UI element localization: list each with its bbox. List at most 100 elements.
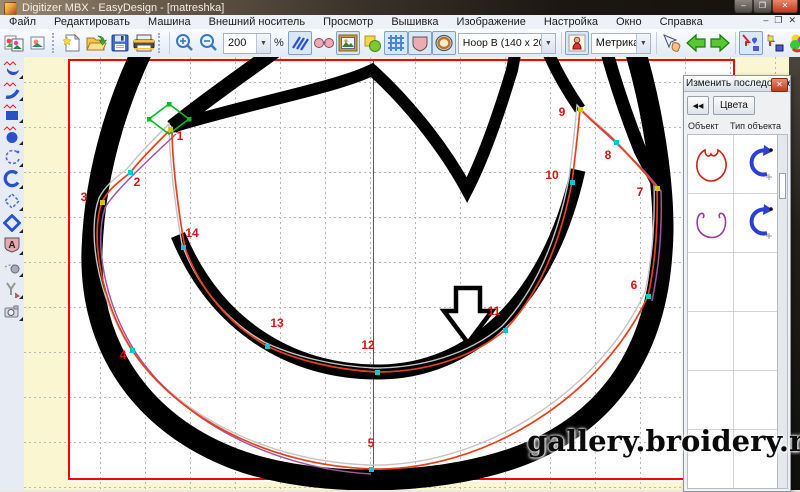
mdi-restore-icon[interactable]: ❐ (774, 15, 782, 26)
mdi-minimize-icon[interactable]: ‒ (763, 15, 768, 26)
stitch-point-3[interactable] (100, 200, 105, 205)
object-thumbnail-red-outline (688, 135, 734, 193)
mdi-close-icon[interactable]: ✕ (788, 15, 796, 26)
stitch-point-label-10: 10 (544, 168, 560, 182)
open-design-icon[interactable] (84, 31, 108, 55)
stitch-point-9[interactable] (578, 107, 583, 112)
minimize-icon[interactable]: – (734, 0, 753, 13)
stitch-point-14[interactable] (181, 245, 186, 250)
sequence-row-2[interactable] (688, 194, 781, 253)
back-one-object-icon[interactable] (684, 31, 708, 55)
stitch-point-label-3: 3 (76, 190, 92, 204)
zoom-out-icon[interactable] (197, 31, 221, 55)
stitch-point-5[interactable] (369, 467, 374, 472)
grid-toggle-icon[interactable] (384, 31, 408, 55)
resequence-manually-icon[interactable] (739, 31, 763, 55)
units-combo[interactable]: Метрика ▼ (591, 33, 651, 54)
hoop-toggle-icon[interactable] (432, 31, 456, 55)
menu-help[interactable]: Справка (651, 16, 712, 28)
menu-settings[interactable]: Настройка (535, 16, 607, 28)
stitch-point-7[interactable] (655, 186, 660, 191)
stitch-point-13[interactable] (265, 344, 270, 349)
arc-icon[interactable] (2, 168, 23, 189)
resequence-by-selects-icon[interactable] (763, 31, 787, 55)
diamond-shape-icon[interactable] (2, 212, 23, 233)
branching-icon[interactable] (2, 278, 23, 299)
units-value: Метрика (592, 37, 636, 49)
hoop-combo[interactable]: Hoop B (140 x 200) ▼ (458, 33, 556, 54)
colors-button[interactable]: Цвета (713, 96, 755, 115)
true-view-icon[interactable] (312, 31, 336, 55)
window-title: Digitizer MBX - EasyDesign - [matreshka] (22, 2, 224, 14)
stitch-point-label-13: 13 (269, 316, 285, 330)
main-toolbar: 200 ▼ % Hoop B (140 x 200) ▼ Метрика ▼ (0, 29, 800, 58)
select-pan-icon[interactable] (660, 31, 684, 55)
design-thumbnail-icon[interactable] (565, 31, 589, 55)
color-film-icon[interactable] (787, 31, 800, 55)
objects-view-icon[interactable] (360, 31, 384, 55)
bitmap-thin-line (94, 105, 654, 465)
to-start-button[interactable]: ◀◀ (687, 96, 709, 115)
chevron-down-icon[interactable]: ▼ (541, 34, 555, 53)
digitize-circle-icon[interactable] (2, 124, 23, 145)
menu-machine[interactable]: Машина (139, 16, 200, 28)
run-stitch-ccw-icon (734, 194, 781, 252)
object-thumbnail-purple-arc (688, 194, 734, 252)
insert-design-icon[interactable] (2, 31, 26, 55)
hoop-template-icon[interactable] (408, 31, 432, 55)
toolbar-separator (735, 32, 736, 54)
new-design-icon[interactable] (60, 31, 84, 55)
sequence-row-empty (688, 253, 781, 312)
menu-view[interactable]: Просмотр (314, 16, 382, 28)
menu-file[interactable]: Файл (0, 16, 45, 28)
sequence-table-header: Объект Тип объекта (684, 118, 790, 133)
toolbar-overflow (52, 33, 58, 53)
menu-embroidery[interactable]: Вышивка (382, 16, 447, 28)
stitch-point-label-8: 8 (600, 148, 616, 162)
chevron-down-icon[interactable]: ▼ (636, 34, 650, 53)
stitch-view-icon[interactable] (288, 31, 312, 55)
menu-edit[interactable]: Редактировать (45, 16, 139, 28)
menu-image[interactable]: Изображение (448, 16, 535, 28)
print-icon[interactable] (132, 31, 156, 55)
sequence-row-1[interactable] (688, 135, 781, 194)
stitch-point-6[interactable] (646, 294, 651, 299)
zoom-in-icon[interactable] (173, 31, 197, 55)
run-stitch-ccw-icon (734, 135, 781, 193)
stitch-point-12[interactable] (375, 370, 380, 375)
digitize-rectangle-icon[interactable] (2, 102, 23, 123)
stitch-point-8[interactable] (614, 140, 619, 145)
zoom-level-value: 200 (224, 37, 256, 49)
zoom-level-combo[interactable]: 200 ▼ (223, 33, 271, 54)
open-curve-icon[interactable] (2, 146, 23, 167)
forward-one-object-icon[interactable] (708, 31, 732, 55)
stitch-point-label-9: 9 (554, 105, 570, 119)
stitch-point-10[interactable] (570, 180, 575, 185)
mdi-window-controls: ‒ ❐ ✕ (763, 15, 796, 26)
close-icon[interactable]: ✕ (772, 0, 798, 13)
menu-external-media[interactable]: Внешний носитель (200, 16, 314, 28)
column-object-type: Тип объекта (730, 121, 781, 131)
digitize-open-shape-icon[interactable] (2, 80, 23, 101)
stitch-point-label-12: 12 (360, 338, 376, 352)
digitize-toolbar: A (0, 57, 25, 490)
digitize-closed-shape-icon[interactable] (2, 58, 23, 79)
chevron-down-icon[interactable]: ▼ (256, 34, 270, 53)
stitch-point-label-7: 7 (632, 185, 648, 199)
maximize-icon[interactable]: ❐ (753, 0, 772, 13)
manual-stitch-icon[interactable] (2, 256, 23, 277)
photo-flash-icon[interactable] (2, 300, 23, 321)
menu-window[interactable]: Окно (607, 16, 651, 28)
scrollbar-thumb[interactable] (779, 173, 786, 199)
closed-curve-outline-icon[interactable] (2, 190, 23, 211)
save-design-icon[interactable] (108, 31, 132, 55)
app-icon (4, 2, 17, 15)
open-recent-design-icon[interactable] (26, 31, 50, 55)
picture-view-icon[interactable] (336, 31, 360, 55)
stitch-point-11[interactable] (503, 328, 508, 333)
app-window: { "window": { "title": "Digitizer MBX - … (0, 0, 800, 490)
lettering-icon[interactable]: A (2, 234, 23, 255)
close-icon[interactable]: ✕ (771, 78, 788, 92)
stitch-point-label-4: 4 (115, 348, 131, 362)
zoom-unit-label: % (274, 37, 284, 49)
